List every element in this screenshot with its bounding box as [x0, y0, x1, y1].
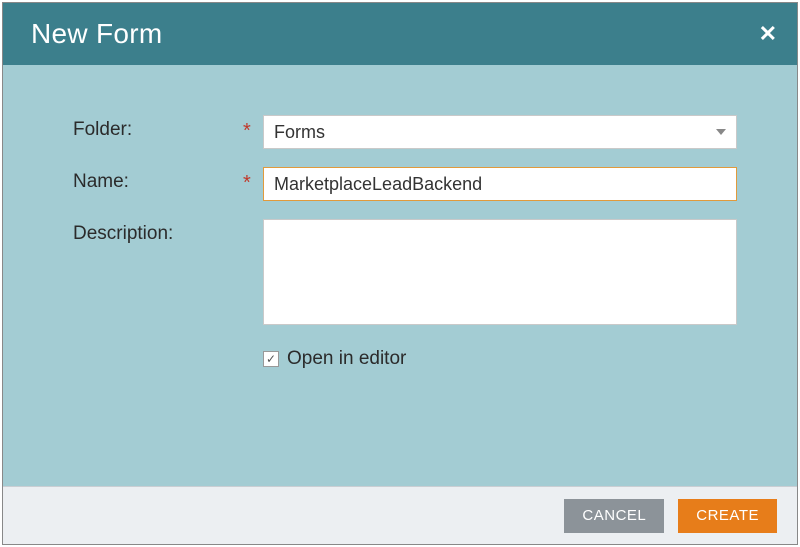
open-in-editor-label: Open in editor [287, 348, 406, 370]
name-row: Name: * [73, 167, 737, 201]
new-form-dialog: New Form ✕ Folder: * Forms Name: * Descr… [2, 2, 798, 545]
close-icon[interactable]: ✕ [759, 23, 777, 45]
name-input[interactable] [263, 167, 737, 201]
chevron-down-icon [716, 129, 726, 135]
open-in-editor-checkbox[interactable]: ✓ [263, 351, 279, 367]
dialog-footer: CANCEL CREATE [3, 486, 797, 544]
cancel-button[interactable]: CANCEL [564, 499, 664, 533]
folder-label: Folder: [73, 115, 243, 141]
description-label: Description: [73, 219, 243, 245]
open-in-editor-row: ✓ Open in editor [263, 348, 737, 370]
folder-select[interactable]: Forms [263, 115, 737, 149]
folder-row: Folder: * Forms [73, 115, 737, 149]
name-label: Name: [73, 167, 243, 193]
description-textarea[interactable] [263, 219, 737, 325]
required-indicator: * [243, 167, 263, 193]
dialog-titlebar: New Form ✕ [3, 3, 797, 65]
dialog-title: New Form [31, 18, 163, 50]
folder-select-value: Forms [274, 122, 325, 143]
description-row: Description: [73, 219, 737, 330]
required-indicator: * [243, 115, 263, 141]
dialog-body: Folder: * Forms Name: * Description: [3, 65, 797, 486]
create-button[interactable]: CREATE [678, 499, 777, 533]
